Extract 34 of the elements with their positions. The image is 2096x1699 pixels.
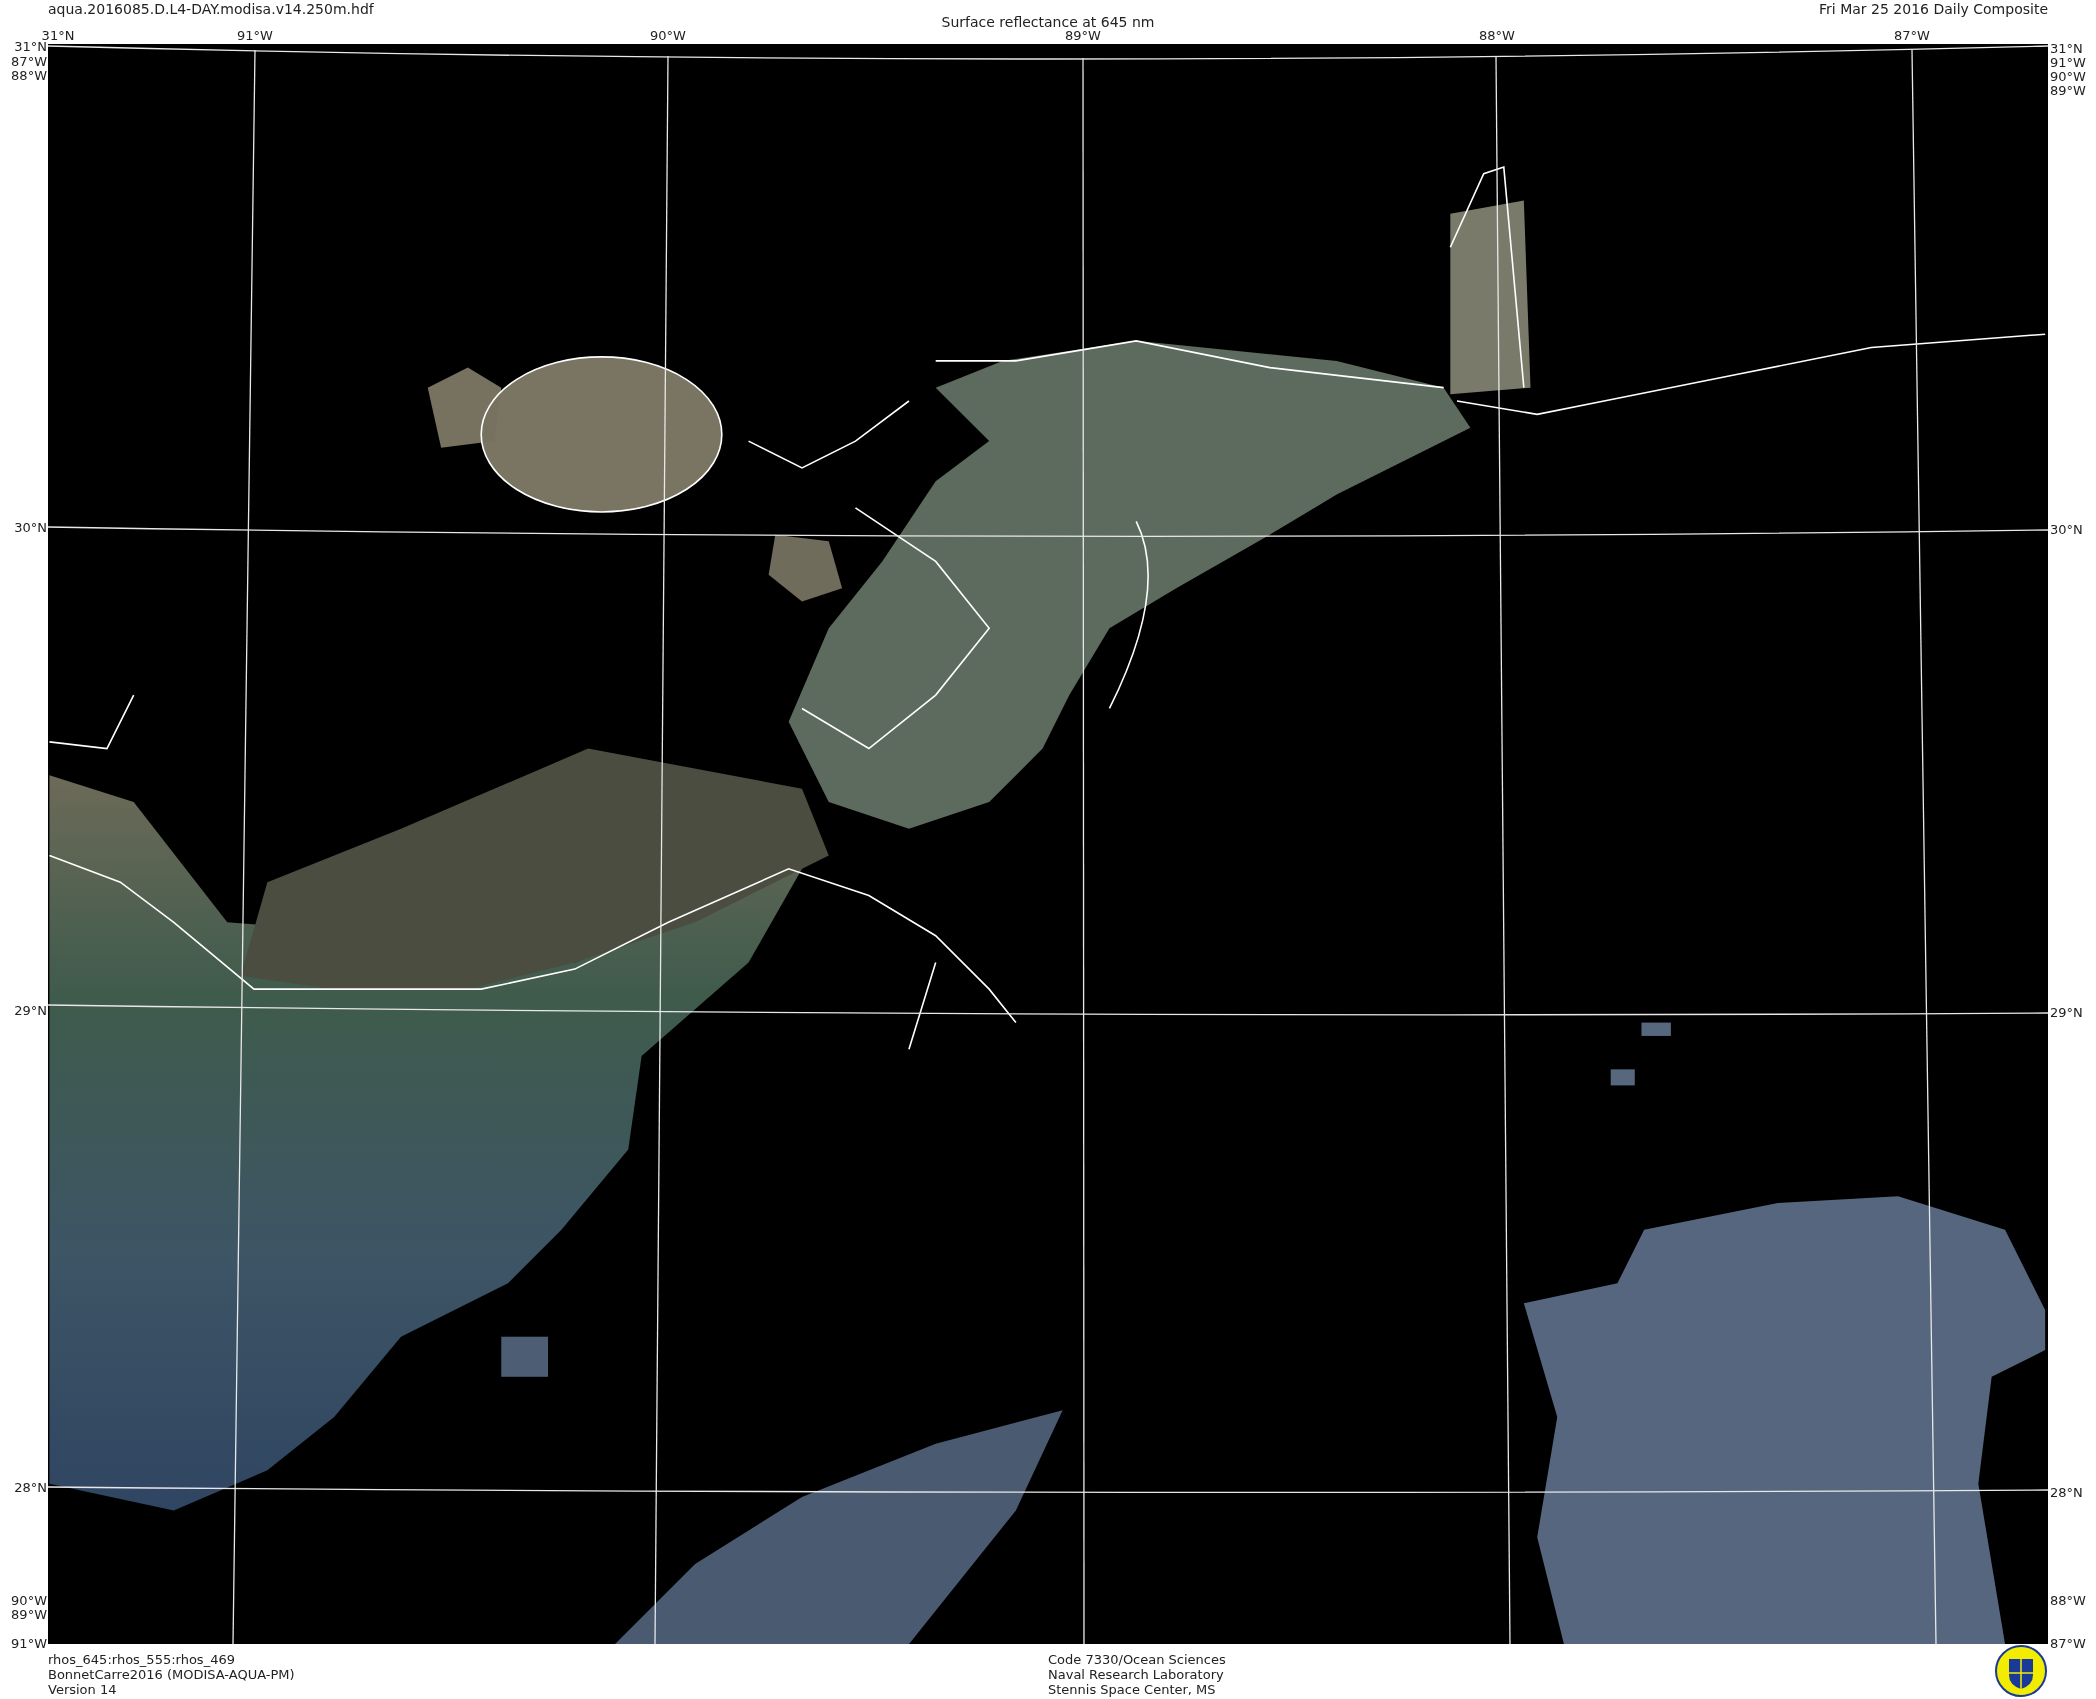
coordinate-label: 90°W (2050, 70, 2086, 84)
caption-line: Naval Research Laboratory (1048, 1667, 1225, 1682)
coordinate-label: 90°W (11, 1594, 47, 1608)
coordinate-label: 90°W (650, 29, 686, 43)
coordinate-label: 87°W (2050, 1637, 2086, 1651)
coordinate-label: 91°W (237, 29, 273, 43)
coordinate-label: 28°N (2050, 1486, 2083, 1500)
caption-line: BonnetCarre2016 (MODISA-AQUA-PM) (48, 1667, 295, 1682)
caption-line: Code 7330/Ocean Sciences (1048, 1652, 1226, 1667)
coordinate-label: 89°W (11, 1608, 47, 1622)
coordinate-label: 29°N (14, 1004, 47, 1018)
coordinate-label: 31°N (14, 40, 47, 54)
caption-line: rhos_645:rhos_555:rhos_469 (48, 1652, 236, 1667)
file-name: aqua.2016085.D.L4-DAY.modisa.v14.250m.hdf (48, 1, 374, 18)
date-label: Fri Mar 25 2016 Daily Composite (1819, 1, 2048, 18)
coordinate-label: 30°N (14, 521, 47, 535)
coordinate-label: 91°W (11, 1637, 47, 1651)
coordinate-label: 87°W (11, 55, 47, 69)
coordinate-label: 89°W (2050, 84, 2086, 98)
coordinate-label: 89°W (1065, 29, 1101, 43)
coordinate-label: 88°W (2050, 1594, 2086, 1608)
coordinate-label: 30°N (2050, 523, 2083, 537)
coordinate-label: 87°W (1894, 29, 1930, 43)
coordinate-label: 91°W (2050, 56, 2086, 70)
coordinate-label: 88°W (1479, 29, 1515, 43)
coordinate-label: 88°W (11, 69, 47, 83)
emblem-icon (1995, 1645, 2047, 1697)
coordinate-label: 31°N (41, 29, 75, 43)
coordinate-label: 28°N (14, 1481, 47, 1495)
caption-line: Version 14 (48, 1682, 118, 1697)
coordinate-label: 31°N (2050, 42, 2083, 56)
map-title: Surface reflectance at 645 nm (941, 14, 1155, 31)
coordinate-label: 29°N (2050, 1006, 2083, 1020)
caption-line: Stennis Space Center, MS (1048, 1682, 1217, 1697)
